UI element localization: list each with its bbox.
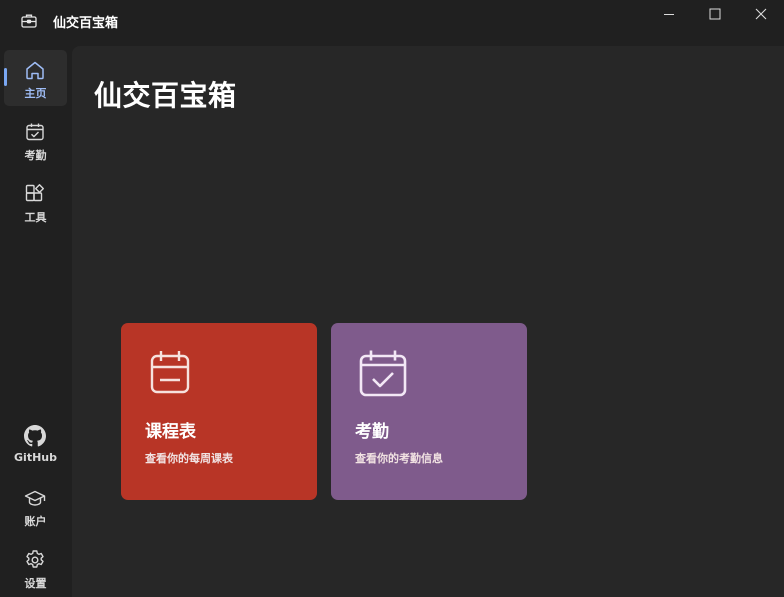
- sidebar-item-attendance[interactable]: 考勤: [4, 112, 67, 168]
- toolbox-icon: [20, 12, 38, 30]
- card-title: 考勤: [355, 422, 389, 442]
- sidebar-item-tools[interactable]: 工具: [4, 174, 67, 230]
- sidebar-item-label: 考勤: [24, 149, 47, 162]
- title-bar: 仙交百宝箱: [0, 0, 784, 44]
- sidebar-item-label: 设置: [24, 577, 47, 590]
- minimize-button[interactable]: [646, 0, 692, 30]
- sidebar-item-label: 账户: [24, 515, 47, 528]
- sidebar: 主页 考勤 工具 GitHub 账户 设置: [0, 44, 72, 597]
- main-content: 仙交百宝箱 课程表 查看你的每周课表 考勤 查看你的考勤信息: [72, 46, 784, 597]
- card-title: 课程表: [145, 422, 196, 442]
- close-button[interactable]: [738, 0, 784, 30]
- sidebar-item-account[interactable]: 账户: [4, 478, 67, 534]
- sidebar-item-label: 主页: [24, 87, 47, 100]
- sidebar-item-settings[interactable]: 设置: [4, 540, 67, 596]
- card-schedule[interactable]: 课程表 查看你的每周课表: [121, 323, 317, 500]
- sidebar-item-home[interactable]: 主页: [4, 50, 67, 106]
- maximize-button[interactable]: [692, 0, 738, 30]
- active-indicator: [4, 68, 7, 86]
- sidebar-item-label: GitHub: [14, 451, 57, 464]
- card-subtitle: 查看你的每周课表: [145, 452, 233, 465]
- card-attendance[interactable]: 考勤 查看你的考勤信息: [331, 323, 527, 500]
- card-subtitle: 查看你的考勤信息: [355, 452, 443, 465]
- sidebar-item-label: 工具: [24, 211, 47, 224]
- page-title: 仙交百宝箱: [94, 79, 237, 112]
- sidebar-item-github[interactable]: GitHub: [4, 416, 67, 472]
- app-title: 仙交百宝箱: [53, 16, 119, 31]
